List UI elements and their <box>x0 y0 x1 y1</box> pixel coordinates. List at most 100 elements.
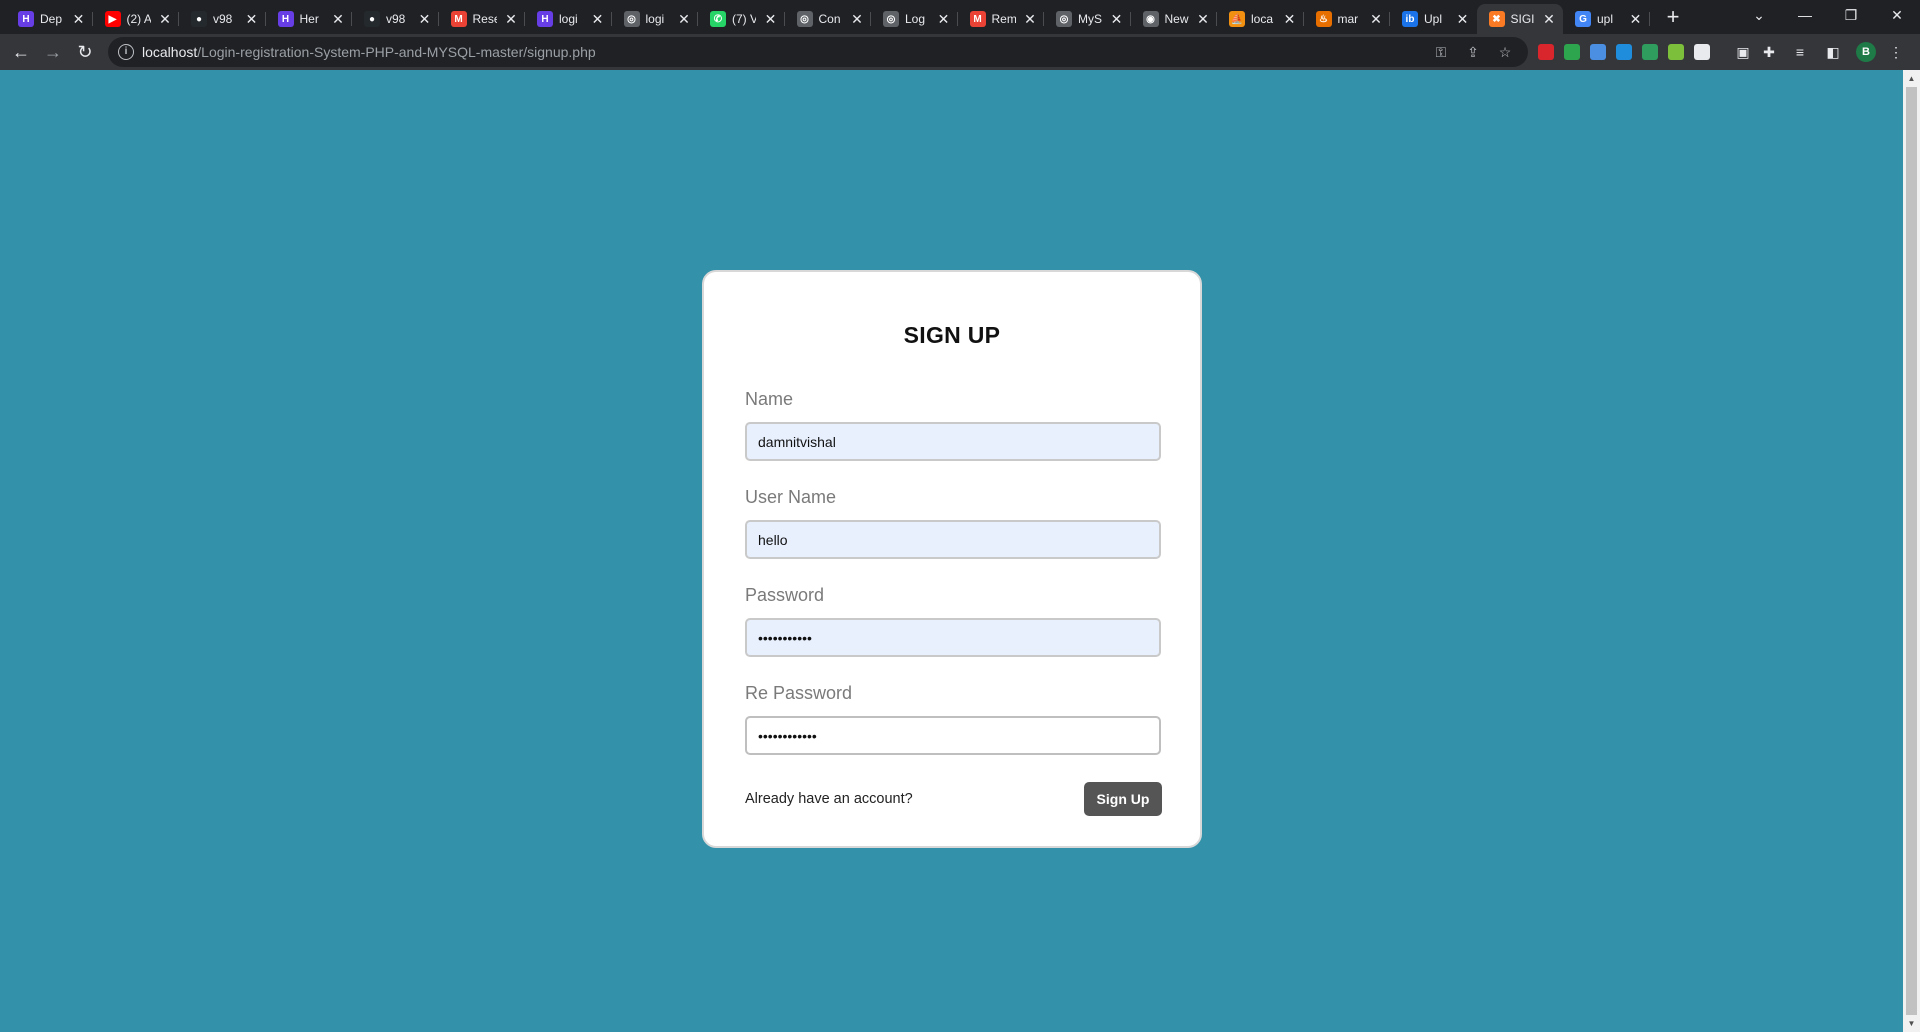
browser-tab[interactable]: M Rem ✕ <box>958 4 1044 34</box>
browser-tab[interactable]: Hlogi ✕ <box>525 4 612 34</box>
restore-button[interactable]: ❐ <box>1828 0 1874 30</box>
share-icon[interactable]: ⇪ <box>1464 43 1482 61</box>
reload-button[interactable]: ↻ <box>73 40 97 64</box>
scroll-down-arrow[interactable]: ▼ <box>1903 1015 1920 1032</box>
xampp-icon: ✖ <box>1488 11 1505 27</box>
forward-button[interactable]: → <box>41 40 65 64</box>
reading-list-icon[interactable]: ≡ <box>1790 42 1810 62</box>
browser-tab[interactable]: ◎ MyS ✕ <box>1044 4 1131 34</box>
close-window-button[interactable]: ✕ <box>1874 0 1920 30</box>
extension-icon[interactable] <box>1538 44 1554 60</box>
tab-title: SIGI <box>1510 12 1535 26</box>
already-have-account-link[interactable]: Already have an account? <box>745 791 913 807</box>
browser-tab[interactable]: ◎ logi ✕ <box>612 4 698 34</box>
minimize-button[interactable]: — <box>1782 0 1828 30</box>
browser-tab[interactable]: ♨ mar ✕ <box>1304 4 1390 34</box>
tab-close-icon[interactable]: ✕ <box>936 11 952 27</box>
browser-tab[interactable]: M Rese ✕ <box>439 4 525 34</box>
browser-tab[interactable]: Gupl ✕ <box>1563 4 1650 34</box>
browser-tab[interactable]: H Dep ✕ <box>6 4 93 34</box>
gmail-icon: M <box>969 11 986 27</box>
tab-title: New <box>1164 12 1189 26</box>
site-info-icon[interactable]: i <box>118 44 134 60</box>
scrollbar-thumb[interactable] <box>1906 87 1917 1015</box>
repassword-label: Re Password <box>745 683 853 703</box>
github-icon: ● <box>364 11 380 27</box>
tab-close-icon[interactable]: ✕ <box>417 11 433 27</box>
name-input[interactable] <box>745 422 1161 461</box>
browser-tab[interactable]: ✖ SIGI ✕ <box>1476 4 1563 34</box>
browser-tab[interactable]: ◎ Con ✕ <box>785 4 871 34</box>
password-input[interactable] <box>745 618 1161 657</box>
back-button[interactable]: ← <box>9 40 33 64</box>
extensions-puzzle-icon[interactable]: ✚ <box>1759 42 1779 62</box>
extension-icon[interactable] <box>1564 44 1580 60</box>
side-panel-icon[interactable]: ◧ <box>1823 42 1843 62</box>
browser-tab[interactable]: ◎ Log ✕ <box>871 4 958 34</box>
browser-tab[interactable]: ▶ (2) A ✕ <box>93 4 179 34</box>
signup-button[interactable]: Sign Up <box>1084 782 1162 816</box>
tab-close-icon[interactable]: ✕ <box>71 11 87 27</box>
address-bar[interactable]: i localhost/Login-registration-System-PH… <box>108 37 1528 67</box>
tab-close-icon[interactable]: ✕ <box>590 11 606 27</box>
tab-close-icon[interactable]: ✕ <box>1628 11 1644 27</box>
tab-close-icon[interactable]: ✕ <box>503 11 519 27</box>
browser-tab[interactable]: ⛵ loca ✕ <box>1217 4 1304 34</box>
gmail-icon: M <box>450 11 467 27</box>
tab-title: MyS <box>1078 12 1102 26</box>
tab-close-icon[interactable]: ✕ <box>244 11 260 27</box>
browser-tab[interactable]: H Her ✕ <box>266 4 352 34</box>
github-icon: ● <box>191 11 207 27</box>
browser-tab[interactable]: ● v98 ✕ <box>352 4 439 34</box>
form-title: SIGN UP <box>903 322 1001 348</box>
tab-close-icon[interactable]: ✕ <box>676 11 692 27</box>
extension-icon[interactable] <box>1694 44 1710 60</box>
bookmark-star-icon[interactable]: ☆ <box>1496 43 1514 61</box>
tab-close-icon[interactable]: ✕ <box>1195 11 1211 27</box>
tab-close-icon[interactable]: ✕ <box>1022 11 1038 27</box>
extension-icon[interactable] <box>1616 44 1632 60</box>
browser-toolbar: ← → ↻ i localhost/Login-registration-Sys… <box>0 34 1920 70</box>
url-text[interactable]: localhost/Login-registration-System-PHP-… <box>142 44 596 60</box>
profile-avatar[interactable]: B <box>1856 42 1876 62</box>
new-tab-button[interactable]: + <box>1661 6 1685 30</box>
extension-icon[interactable] <box>1590 44 1606 60</box>
tab-close-icon[interactable]: ✕ <box>1368 11 1384 27</box>
key-icon[interactable]: ⚿ <box>1432 43 1450 61</box>
tab-close-icon[interactable]: ✕ <box>330 11 346 27</box>
tab-groups-icon[interactable]: ▣ <box>1733 42 1753 62</box>
extension-icon[interactable] <box>1642 44 1658 60</box>
google-icon: G <box>1575 11 1591 27</box>
tab-title: Dep <box>40 12 63 26</box>
tab-close-icon[interactable]: ✕ <box>157 11 173 27</box>
chrome-icon: ◉ <box>1142 11 1159 27</box>
username-label: User Name <box>745 487 837 507</box>
tab-search-icon[interactable]: ⌄ <box>1736 0 1782 30</box>
tab-title: v98 <box>213 12 233 26</box>
tab-close-icon[interactable]: ✕ <box>1541 11 1557 27</box>
browser-tab[interactable]: ◉ New ✕ <box>1131 4 1217 34</box>
tab-close-icon[interactable]: ✕ <box>1109 11 1125 27</box>
tab-title: Log <box>905 12 926 26</box>
tab-title: (7) V <box>732 12 756 26</box>
tab-title: upl <box>1597 12 1614 26</box>
url-path: /Login-registration-System-PHP-and-MYSQL… <box>197 44 596 60</box>
hostinger-icon: H <box>277 11 294 27</box>
browser-tab[interactable]: ib Upl ✕ <box>1390 4 1477 34</box>
tab-close-icon[interactable]: ✕ <box>763 11 779 27</box>
menu-kebab-icon[interactable]: ⋮ <box>1886 42 1906 62</box>
username-input[interactable] <box>745 520 1161 559</box>
globe-icon: ◎ <box>1056 11 1072 27</box>
page-scrollbar[interactable]: ▲ ▼ <box>1903 70 1920 1032</box>
browser-tab[interactable]: ✆ (7) V ✕ <box>698 4 785 34</box>
tab-title: logi <box>559 12 578 26</box>
repassword-input[interactable] <box>745 716 1161 755</box>
tab-close-icon[interactable]: ✕ <box>1455 11 1471 27</box>
hostinger-icon: H <box>18 11 34 27</box>
tab-close-icon[interactable]: ✕ <box>849 11 865 27</box>
scroll-up-arrow[interactable]: ▲ <box>1903 70 1920 87</box>
extension-icon[interactable] <box>1668 44 1684 60</box>
tab-close-icon[interactable]: ✕ <box>1282 11 1298 27</box>
signup-form: SIGN UP Name User Name Password Re Passw… <box>702 270 1202 848</box>
browser-tab[interactable]: ● v98 ✕ <box>179 4 266 34</box>
